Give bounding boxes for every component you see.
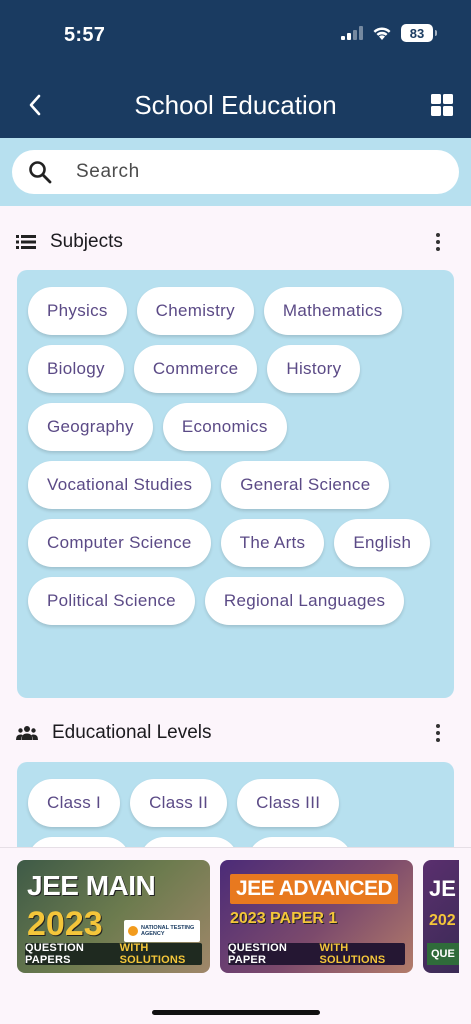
promo-banner-strip: JEE MAIN 2023 NATIONAL TESTING AGENCY QU… xyxy=(0,847,471,1024)
banner-footer: QUESTION PAPER WITH SOLUTIONS xyxy=(228,942,405,966)
banner-carousel[interactable]: JEE MAIN 2023 NATIONAL TESTING AGENCY QU… xyxy=(17,860,459,973)
educational-levels-header: Educational Levels xyxy=(16,718,456,748)
more-vertical-icon xyxy=(436,724,440,728)
subjects-panel: Physics Chemistry Mathematics Biology Co… xyxy=(17,270,454,698)
chip-computer-science[interactable]: Computer Science xyxy=(28,519,211,567)
wifi-icon xyxy=(373,26,391,40)
subjects-header: Subjects xyxy=(16,227,456,257)
search-bar-area xyxy=(0,138,471,206)
more-vertical-icon xyxy=(436,233,440,237)
chip-physics[interactable]: Physics xyxy=(28,287,127,335)
subjects-title: Subjects xyxy=(50,231,123,252)
app-header: 5:57 83 School Education xyxy=(0,0,471,138)
educational-levels-more-button[interactable] xyxy=(428,723,448,743)
banner-year: 202 xyxy=(429,912,456,929)
subjects-more-button[interactable] xyxy=(428,232,448,252)
nta-logo-icon xyxy=(128,926,138,936)
banner-footer: QUESTION PAPERS WITH SOLUTIONS xyxy=(25,942,202,966)
list-icon xyxy=(16,235,36,249)
banner-jee-advanced[interactable]: JEE ADVANCED 2023 PAPER 1 QUESTION PAPER… xyxy=(220,860,413,973)
banner-partial[interactable]: JE 202 QUE xyxy=(423,860,459,973)
chip-regional-languages[interactable]: Regional Languages xyxy=(204,577,405,625)
banner-year: 2023 xyxy=(27,905,103,943)
chip-chemistry[interactable]: Chemistry xyxy=(136,287,254,335)
chip-geography[interactable]: Geography xyxy=(28,403,153,451)
search-input[interactable] xyxy=(76,161,416,183)
banner-title: JEE MAIN xyxy=(27,870,156,901)
chip-class-1[interactable]: Class I xyxy=(28,779,121,827)
banner-jee-main[interactable]: JEE MAIN 2023 NATIONAL TESTING AGENCY QU… xyxy=(17,860,210,973)
chip-political-science[interactable]: Political Science xyxy=(28,577,195,625)
chip-biology[interactable]: Biology xyxy=(28,345,124,393)
search-icon xyxy=(29,161,52,184)
grid-view-button[interactable] xyxy=(429,92,455,118)
chip-class-3[interactable]: Class III xyxy=(237,779,340,827)
chip-class-2[interactable]: Class II xyxy=(130,779,228,827)
status-icons: 83 xyxy=(341,24,437,42)
chip-the-arts[interactable]: The Arts xyxy=(220,519,325,567)
people-icon xyxy=(16,726,38,740)
banner-footer: QUE xyxy=(427,943,459,965)
chip-general-science[interactable]: General Science xyxy=(221,461,390,509)
chip-vocational-studies[interactable]: Vocational Studies xyxy=(28,461,212,509)
chip-english[interactable]: English xyxy=(334,519,431,567)
chip-mathematics[interactable]: Mathematics xyxy=(263,287,402,335)
home-indicator xyxy=(152,1010,320,1015)
grid-icon xyxy=(431,94,453,116)
banner-title: JEE ADVANCED xyxy=(230,874,399,904)
signal-icon xyxy=(341,26,363,40)
search-box[interactable] xyxy=(12,150,459,194)
banner-title: JE xyxy=(429,876,456,901)
banner-year: 2023 PAPER 1 xyxy=(230,910,338,927)
chip-history[interactable]: History xyxy=(267,345,361,393)
nta-logo: NATIONAL TESTING AGENCY xyxy=(124,920,200,942)
battery-icon: 83 xyxy=(401,24,437,42)
status-time: 5:57 xyxy=(64,24,106,46)
page-title: School Education xyxy=(134,90,337,120)
chip-economics[interactable]: Economics xyxy=(162,403,287,451)
educational-levels-title: Educational Levels xyxy=(52,722,212,743)
chip-commerce[interactable]: Commerce xyxy=(133,345,258,393)
